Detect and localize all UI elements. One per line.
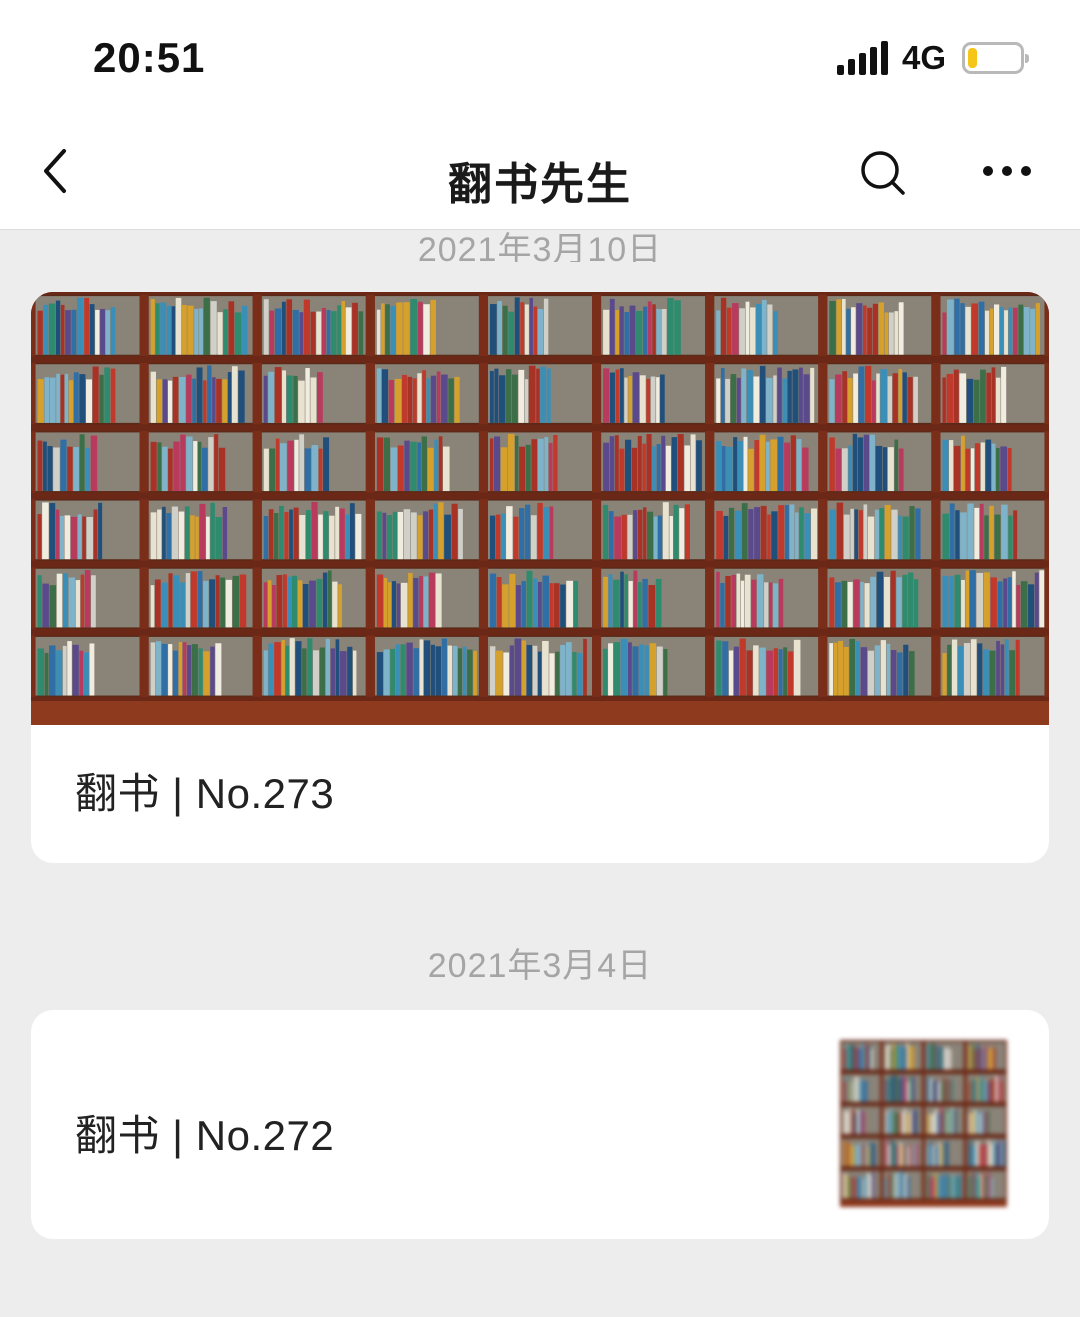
article-card[interactable]: 翻书 | No.273 — [31, 292, 1049, 863]
signal-icon — [836, 41, 888, 75]
page-title: 翻书先生 — [448, 160, 632, 209]
status-indicators: 4G — [836, 38, 1029, 78]
battery-level — [968, 48, 977, 68]
article-title: 翻书 | No.273 — [75, 770, 335, 817]
search-icon[interactable] — [858, 148, 908, 198]
bookshelf-cover-image — [31, 292, 1049, 725]
article-title: 翻书 | No.272 — [75, 1112, 335, 1159]
battery-icon — [962, 42, 1029, 74]
article-card[interactable]: 翻书 | No.272 — [31, 1010, 1049, 1239]
date-label: 2021年3月4日 — [427, 947, 653, 985]
network-type: 4G — [901, 39, 946, 76]
nav-bar: 翻书先生 — [0, 118, 1080, 226]
top-bar: 20:51 4G 翻书先生 — [0, 0, 1080, 230]
status-time: 20:51 — [93, 34, 206, 81]
more-horizontal-icon[interactable] — [980, 156, 1034, 186]
bookshelf-thumbnail — [838, 1038, 1009, 1207]
date-label: 2021年3月10日 — [417, 231, 663, 262]
